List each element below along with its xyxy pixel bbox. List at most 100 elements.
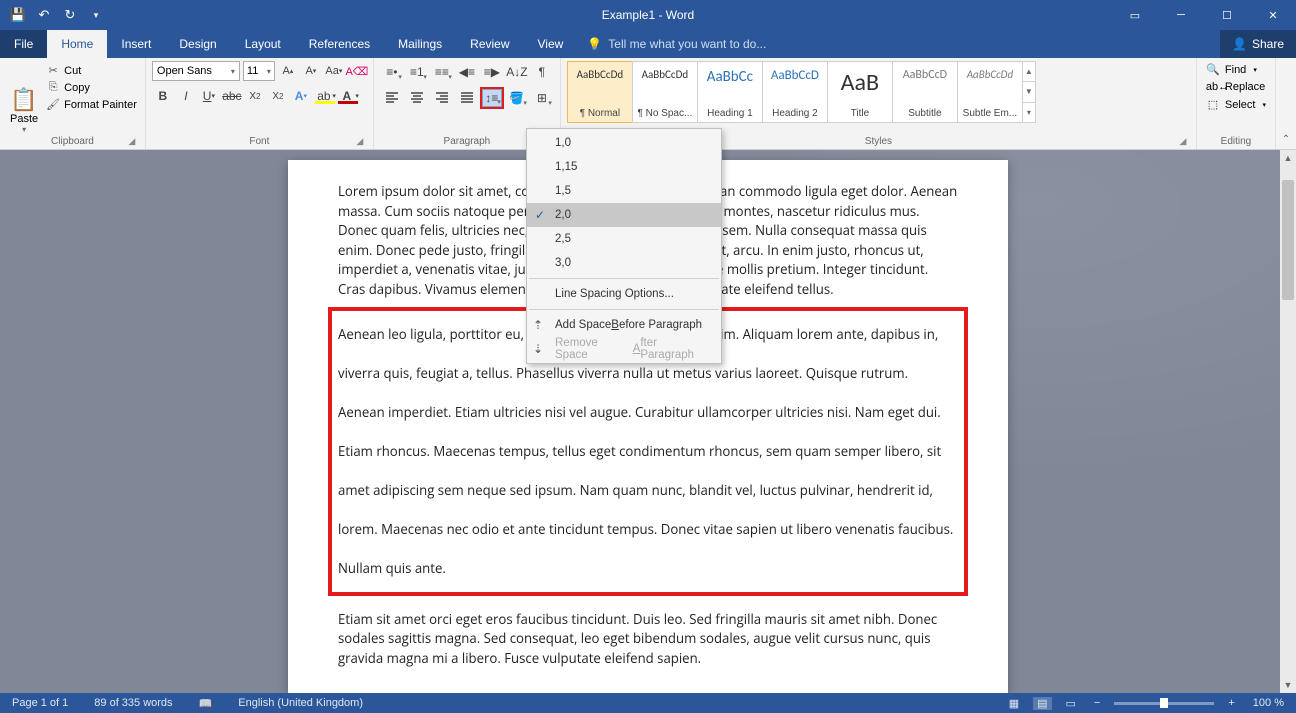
zoom-slider[interactable] [1114,702,1214,705]
tab-view[interactable]: View [524,30,578,58]
add-space-before-item[interactable]: ⇡Add Space Before Paragraph [527,313,721,337]
styles-more-icon[interactable]: ▾ [1023,103,1035,122]
spacing-option-1-15[interactable]: 1,15 [527,155,721,179]
tab-mailings[interactable]: Mailings [384,30,456,58]
spacing-option-2-0[interactable]: 2,0 [527,203,721,227]
remove-space-after-item[interactable]: ⇣Remove Space After Paragraph [527,337,721,361]
window-controls: ▭ ─ ☐ ✕ [1112,0,1296,30]
tab-insert[interactable]: Insert [107,30,165,58]
minimize-icon[interactable]: ─ [1158,0,1204,30]
select-button[interactable]: ⬚Select▾ [1203,96,1269,113]
spacing-option-1-0[interactable]: 1,0 [527,131,721,155]
style-item-3[interactable]: AaBbCcDHeading 2 [762,61,828,123]
show-marks-button[interactable]: ¶ [530,61,554,83]
copy-button[interactable]: ⎘Copy [44,80,139,95]
zoom-in-button[interactable]: + [1224,697,1238,709]
increase-indent-button[interactable]: ≡▶ [480,61,504,83]
underline-button[interactable]: U▾ [198,85,220,107]
close-icon[interactable]: ✕ [1250,0,1296,30]
status-language[interactable]: English (United Kingdom) [234,697,367,709]
align-right-button[interactable] [430,87,454,109]
format-painter-button[interactable]: 🖌Format Painter [44,97,139,112]
qat-customize-icon[interactable]: ▾ [84,3,108,27]
change-case-button[interactable]: Aa▾ [324,61,344,81]
spacing-option-3-0[interactable]: 3,0 [527,251,721,275]
share-button[interactable]: 👤 Share [1220,30,1296,58]
borders-button[interactable]: ⊞▾ [530,87,554,109]
styles-up-icon[interactable]: ▲ [1023,62,1035,82]
paste-button[interactable]: 📋 Paste ▾ [6,61,42,134]
tab-references[interactable]: References [295,30,384,58]
style-item-2[interactable]: AaBbCcHeading 1 [697,61,763,123]
tab-design[interactable]: Design [165,30,230,58]
style-item-1[interactable]: AaBbCcDd¶ No Spac... [632,61,698,123]
zoom-slider-thumb[interactable] [1160,698,1168,708]
style-item-0[interactable]: AaBbCcDd¶ Normal [567,61,633,123]
styles-down-icon[interactable]: ▼ [1023,82,1035,102]
undo-icon[interactable]: ↶ [32,3,56,27]
shading-button[interactable]: 🪣▾ [505,87,529,109]
print-layout-icon[interactable]: ▤ [1033,697,1051,710]
bullets-button[interactable]: ≡•▾ [380,61,404,83]
clear-formatting-button[interactable]: A⌫ [347,61,367,81]
status-word-count[interactable]: 89 of 335 words [90,697,176,709]
grow-font-button[interactable]: A▴ [278,61,298,81]
cut-button[interactable]: ✂Cut [44,63,139,78]
bold-button[interactable]: B [152,85,174,107]
text-effects-button[interactable]: A▾ [290,85,312,107]
replace-button[interactable]: ab↔Replace [1203,79,1269,95]
style-item-4[interactable]: AaBTitle [827,61,893,123]
line-spacing-options-item[interactable]: Line Spacing Options... [527,282,721,306]
save-icon[interactable]: 💾 [6,3,30,27]
subscript-button[interactable]: X2 [244,85,266,107]
status-page[interactable]: Page 1 of 1 [8,697,72,709]
spacing-option-2-5[interactable]: 2,5 [527,227,721,251]
zoom-level[interactable]: 100 % [1249,697,1288,709]
shrink-font-button[interactable]: A▾ [301,61,321,81]
tab-file[interactable]: File [0,30,47,58]
dialog-launcher-icon[interactable]: ◢ [1178,136,1188,146]
line-spacing-button[interactable]: ↕≡▾ [480,87,504,109]
scroll-up-icon[interactable]: ▲ [1280,150,1296,166]
web-layout-icon[interactable]: ▭ [1062,697,1080,710]
font-name-combo[interactable]: Open Sans▾ [152,61,240,81]
collapse-ribbon-button[interactable]: ⌃ [1276,58,1296,149]
dialog-launcher-icon[interactable]: ◢ [355,136,365,146]
highlight-button[interactable]: ab▾ [313,85,335,107]
style-item-5[interactable]: AaBbCcDSubtitle [892,61,958,123]
redo-icon[interactable]: ↻ [58,3,82,27]
group-clipboard: 📋 Paste ▾ ✂Cut ⎘Copy 🖌Format Painter Cli… [0,58,146,149]
spacing-option-1-5[interactable]: 1,5 [527,179,721,203]
tab-review[interactable]: Review [456,30,523,58]
font-size-combo[interactable]: 11▾ [243,61,275,81]
numbering-button[interactable]: ≡1▾ [405,61,429,83]
superscript-button[interactable]: X2 [267,85,289,107]
copy-icon: ⎘ [46,81,60,94]
read-mode-icon[interactable]: ▦ [1005,697,1023,710]
strikethrough-button[interactable]: abc [221,85,243,107]
scrollbar-thumb[interactable] [1282,180,1294,300]
paragraph-3[interactable]: Etiam sit amet orci eget eros faucibus t… [338,610,958,669]
font-color-button[interactable]: A▾ [336,85,358,107]
status-proofing-icon[interactable]: 📖 [195,697,217,710]
find-button[interactable]: 🔍Find▾ [1203,61,1269,78]
justify-button[interactable] [455,87,479,109]
multilevel-list-button[interactable]: ≡≡▾ [430,61,454,83]
cut-icon: ✂ [46,64,60,77]
zoom-out-button[interactable]: − [1090,697,1104,709]
tab-home[interactable]: Home [47,30,107,58]
tell-me-search[interactable]: 💡 Tell me what you want to do... [577,30,1220,58]
sort-button[interactable]: A↓Z [505,61,529,83]
maximize-icon[interactable]: ☐ [1204,0,1250,30]
align-center-button[interactable] [405,87,429,109]
scroll-down-icon[interactable]: ▼ [1280,677,1296,693]
decrease-indent-button[interactable]: ◀≡ [455,61,479,83]
dialog-launcher-icon[interactable]: ◢ [127,136,137,146]
align-left-button[interactable] [380,87,404,109]
style-item-6[interactable]: AaBbCcDdSubtle Em... [957,61,1023,123]
style-preview: AaBbCcD [771,68,819,83]
vertical-scrollbar[interactable]: ▲ ▼ [1280,150,1296,693]
ribbon-options-icon[interactable]: ▭ [1112,0,1158,30]
italic-button[interactable]: I [175,85,197,107]
tab-layout[interactable]: Layout [231,30,295,58]
